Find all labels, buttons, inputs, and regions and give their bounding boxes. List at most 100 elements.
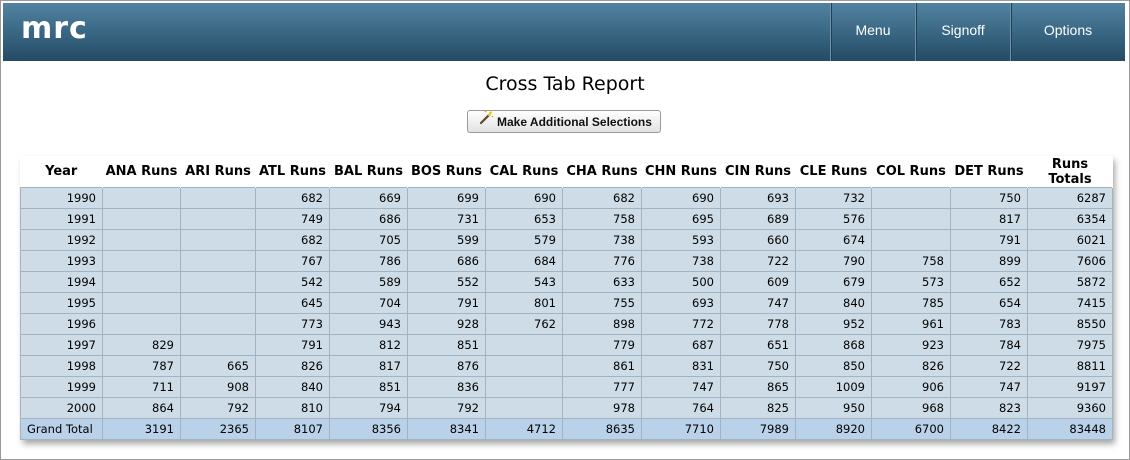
year-cell: 1990 (20, 187, 103, 209)
column-header: CAL Runs (485, 156, 563, 188)
nav-options[interactable]: Options (1010, 3, 1125, 61)
runs-cell: 500 (641, 271, 721, 293)
runs-cell: 686 (329, 208, 408, 230)
runs-cell: 654 (950, 292, 1028, 314)
table-body: 1990 682 669 699 690 682 690 693 732 750 6287 1991 7… (20, 187, 1113, 440)
table-row: 1991 749 686 731 653 758 695 689 576 817 6354 (20, 208, 1113, 230)
runs-cell: 791 (407, 292, 486, 314)
runs-cell: 968 (871, 397, 951, 419)
total-cell: 8107 (255, 418, 330, 440)
runs-cell (485, 355, 563, 377)
crosstab-table-container: Year ANA Runs ARI Runs ATL Runs BAL Runs BOS … (20, 156, 1113, 440)
runs-cell: 817 (329, 355, 408, 377)
runs-cell: 599 (407, 229, 486, 251)
total-cell: 6700 (871, 418, 951, 440)
runs-cell (102, 271, 181, 293)
runs-cell: 651 (720, 334, 796, 356)
runs-cell: 5872 (1027, 271, 1113, 293)
runs-cell: 705 (329, 229, 408, 251)
year-cell: 2000 (20, 397, 103, 419)
runs-cell: 682 (255, 229, 330, 251)
runs-cell: 679 (795, 271, 872, 293)
runs-cell (102, 208, 181, 230)
table-header-row: Year ANA Runs ARI Runs ATL Runs BAL Runs BOS … (20, 156, 1113, 188)
runs-cell: 552 (407, 271, 486, 293)
runs-cell: 898 (562, 313, 642, 335)
runs-cell: 923 (871, 334, 951, 356)
nav-menu[interactable]: Menu (830, 3, 915, 61)
total-cell: 8341 (407, 418, 486, 440)
runs-cell: 652 (950, 271, 1028, 293)
runs-cell: 1009 (795, 376, 872, 398)
runs-cell: 543 (485, 271, 563, 293)
runs-cell: 791 (255, 334, 330, 356)
runs-cell: 653 (485, 208, 563, 230)
runs-cell: 840 (255, 376, 330, 398)
runs-cell: 840 (795, 292, 872, 314)
runs-cell (180, 271, 256, 293)
magic-wand-icon (478, 109, 494, 133)
total-cell: 83448 (1027, 418, 1113, 440)
runs-cell: 961 (871, 313, 951, 335)
runs-cell: 829 (102, 334, 181, 356)
column-header: CHA Runs (562, 156, 642, 188)
runs-cell: 792 (407, 397, 486, 419)
runs-cell (485, 376, 563, 398)
table-row: 1999 711 908 840 851 836 777 747 865 1009 906 747 91… (20, 376, 1113, 398)
runs-cell: 8550 (1027, 313, 1113, 335)
runs-cell: 943 (329, 313, 408, 335)
runs-cell: 8811 (1027, 355, 1113, 377)
year-cell: 1992 (20, 229, 103, 251)
runs-cell (180, 250, 256, 272)
runs-cell: 773 (255, 313, 330, 335)
runs-cell: 589 (329, 271, 408, 293)
runs-cell: 645 (255, 292, 330, 314)
runs-cell: 747 (950, 376, 1028, 398)
runs-cell (102, 313, 181, 335)
runs-cell: 758 (562, 208, 642, 230)
runs-cell: 693 (641, 292, 721, 314)
grand-total-row: Grand Total 3191 2365 8107 8356 8341 4712 8635 7… (20, 418, 1113, 440)
runs-cell: 699 (407, 187, 486, 209)
runs-cell: 687 (641, 334, 721, 356)
runs-cell: 7606 (1027, 250, 1113, 272)
make-selections-button[interactable]: Make Additional Selections (467, 110, 661, 133)
runs-cell: 850 (795, 355, 872, 377)
runs-cell (180, 208, 256, 230)
runs-cell: 779 (562, 334, 642, 356)
runs-cell (871, 187, 951, 209)
total-cell: 8635 (562, 418, 642, 440)
runs-cell: 6354 (1027, 208, 1113, 230)
runs-cell: 772 (641, 313, 721, 335)
column-header: Runs Totals (1027, 156, 1113, 188)
runs-cell: 693 (720, 187, 796, 209)
runs-cell: 777 (562, 376, 642, 398)
runs-cell: 9360 (1027, 397, 1113, 419)
runs-cell: 876 (407, 355, 486, 377)
runs-cell (180, 229, 256, 251)
runs-cell: 684 (485, 250, 563, 272)
year-cell: 1993 (20, 250, 103, 272)
runs-cell (871, 208, 951, 230)
total-cell: 7710 (641, 418, 721, 440)
runs-cell: 682 (255, 187, 330, 209)
runs-cell: 978 (562, 397, 642, 419)
runs-cell: 6287 (1027, 187, 1113, 209)
runs-cell: 749 (255, 208, 330, 230)
runs-cell: 950 (795, 397, 872, 419)
runs-cell: 801 (485, 292, 563, 314)
runs-cell: 826 (871, 355, 951, 377)
runs-cell: 899 (950, 250, 1028, 272)
total-cell: 4712 (485, 418, 563, 440)
runs-cell: 790 (795, 250, 872, 272)
report-title: Cross Tab Report (485, 73, 645, 95)
runs-cell: 817 (950, 208, 1028, 230)
table-row: 1994 542 589 552 543 633 500 609 679 573 652 5872 (20, 271, 1113, 293)
year-cell: 1996 (20, 313, 103, 335)
nav-signoff[interactable]: Signoff (915, 3, 1010, 61)
column-header: CHN Runs (641, 156, 721, 188)
column-header: Year (20, 156, 103, 188)
runs-cell: 695 (641, 208, 721, 230)
column-header: ANA Runs (102, 156, 181, 188)
runs-cell: 812 (329, 334, 408, 356)
